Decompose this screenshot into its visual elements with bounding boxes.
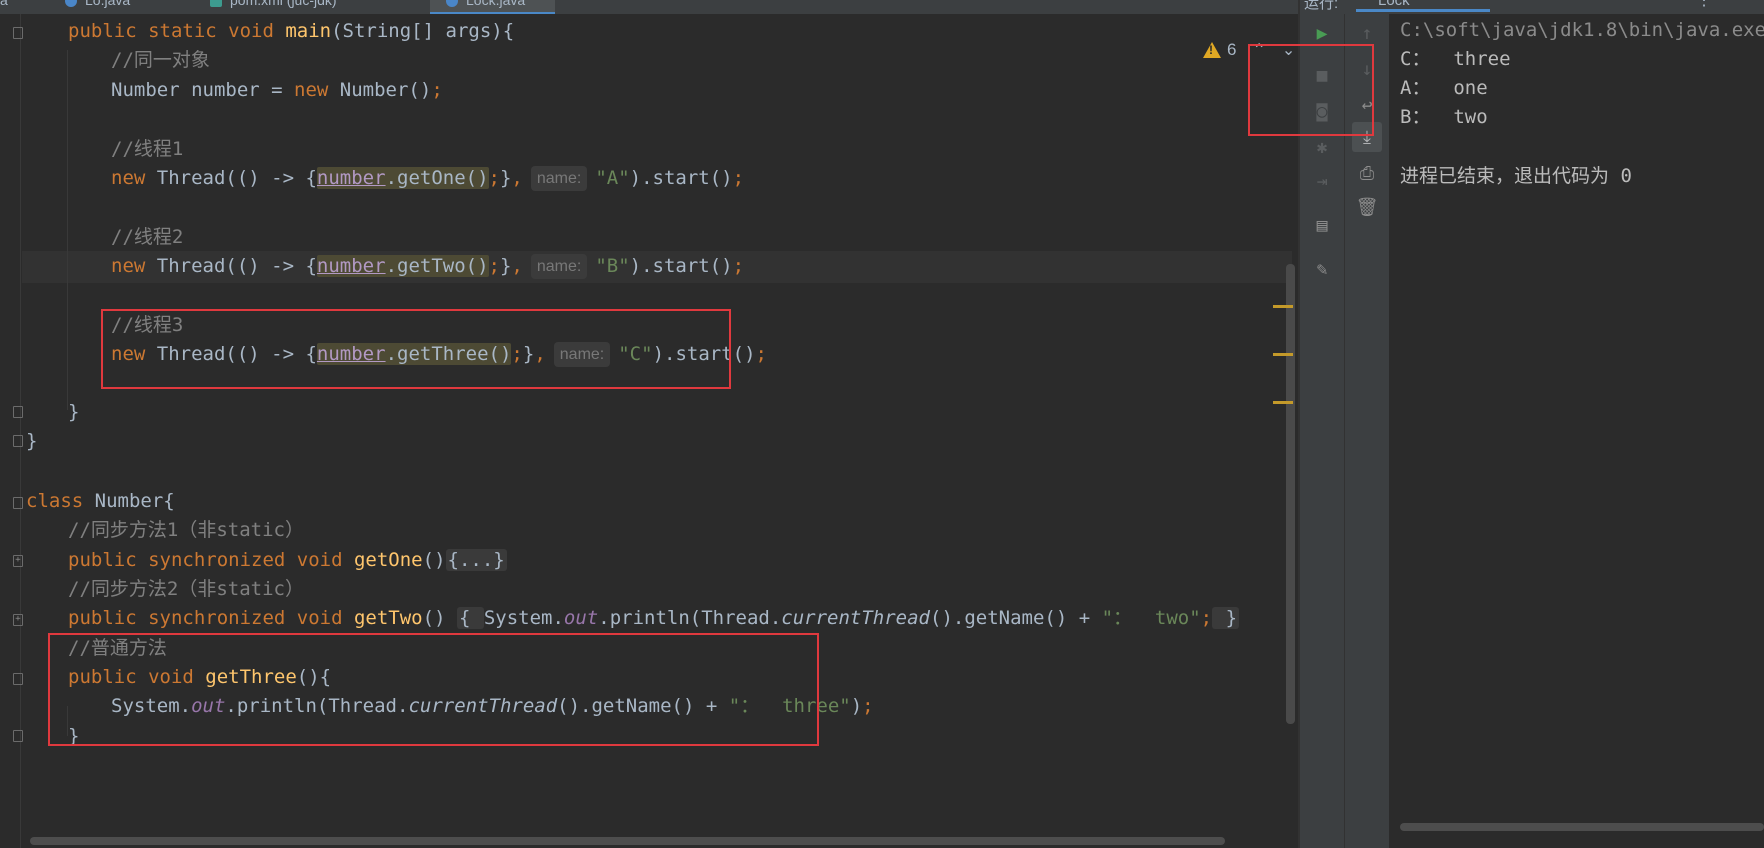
fold-marker[interactable] [13,730,23,742]
code-line-number-decl: Number number = new Number(); [111,79,443,101]
code-line-close-brace: } [26,430,38,452]
maven-icon [210,0,222,8]
chevron-up-icon[interactable]: ⌃ [1252,40,1265,60]
fold-marker[interactable] [13,673,23,685]
parameter-hint: name: [553,342,611,367]
play-icon[interactable]: ▶ [1307,18,1337,48]
run-toolbar-right: ↑ ↓ ↩ ⤓ ⎙ 🗑 [1345,14,1389,848]
fold-marker[interactable] [13,435,23,447]
warning-stripe-marker[interactable] [1273,305,1293,308]
scroll-to-end-icon[interactable]: ⤓ [1352,122,1382,152]
run-tool-header: 运行: Lock ⋮ [1300,0,1764,14]
indent-guide [67,50,68,410]
warning-stripe-marker[interactable] [1273,353,1293,356]
inspection-widget[interactable]: ! 6 ⌃ ⌄ [1203,38,1295,62]
pin-icon[interactable]: ✎ [1307,254,1337,284]
fold-marker[interactable] [13,497,23,509]
editor-tab-bar: a Lo.java pom.xml (juc-jdk) Lock.java [0,0,1310,15]
folded-code-block[interactable]: {...} [445,549,507,571]
soft-wrap-icon[interactable]: ↩ [1352,90,1382,120]
editor-tab-lock-active[interactable]: Lock.java [430,0,556,14]
tab-label: a [0,0,8,8]
console-output-line: B： two [1400,106,1488,128]
java-class-icon [65,0,77,8]
editor-horizontal-scrollbar[interactable] [30,837,1225,845]
layout-icon[interactable]: ▤ [1307,210,1337,240]
trash-icon[interactable]: 🗑 [1352,192,1382,222]
parameter-hint: name: [530,166,588,191]
warning-count: 6 [1227,40,1237,59]
debug-icon[interactable]: ✱ [1307,132,1337,162]
run-toolbar-left: ▶ ■ ◙ ✱ ⇥ ▤ ✎ [1300,14,1345,848]
exit-icon[interactable]: ⇥ [1307,166,1337,196]
code-line-thread-a: new Thread(() -> {number.getOne();}, name… [111,166,745,191]
code-line-get-two: public synchronized void getTwo() { Syst… [68,607,1240,629]
run-console-output[interactable]: C:\soft\java\jdk1.8\bin\java.exe C： thre… [1390,14,1764,848]
code-editor[interactable]: + + ! 6 ⌃ ⌄ public static void main(Stri… [0,14,1298,848]
arrow-down-icon[interactable]: ↓ [1352,54,1382,84]
run-config-tab[interactable]: Lock [1356,0,1490,12]
tab-label: Lo.java [85,0,131,8]
tab-label: Lock.java [466,0,526,8]
camera-icon[interactable]: ◙ [1307,96,1337,126]
code-line-close-brace: } [68,725,80,747]
editor-tab-pom[interactable]: pom.xml (juc-jdk) [210,0,337,12]
java-class-icon [446,0,458,8]
code-line-comment: //同步方法1（非static） [68,519,304,541]
gutter-divider [20,14,21,848]
parameter-hint: name: [530,254,588,279]
warning-icon: ! [1203,42,1221,58]
code-line-comment: //同一对象 [111,49,210,71]
tab-label: pom.xml (juc-jdk) [230,0,337,8]
code-line-close-brace: } [68,401,80,423]
arrow-up-icon[interactable]: ↑ [1352,18,1382,48]
print-icon[interactable]: ⎙ [1352,158,1382,188]
console-horizontal-scrollbar[interactable] [1400,823,1764,831]
editor-tab-partial[interactable]: a [0,0,8,12]
fold-marker[interactable] [13,27,23,39]
fold-marker[interactable] [13,406,23,418]
chevron-down-icon[interactable]: ⌄ [1282,40,1295,60]
code-line-thread-b: new Thread(() -> {number.getTwo();}, name… [111,254,745,279]
fold-expand-marker[interactable]: + [13,614,23,626]
warning-stripe-marker[interactable] [1273,401,1293,404]
fold-expand-marker[interactable]: + [13,555,23,567]
more-options-icon[interactable]: ⋮ [1696,0,1712,9]
run-title: 运行: [1304,0,1339,12]
code-line-thread-c: new Thread(() -> {number.getThree();}, na… [111,342,767,367]
console-exit-message: 进程已结束，退出代码为 0 [1400,165,1632,187]
ide-window: a Lo.java pom.xml (juc-jdk) Lock.java + … [0,0,1764,848]
run-config-label: Lock [1378,0,1410,9]
editor-tab-lo[interactable]: Lo.java [65,0,130,12]
code-line-println-three: System.out.println(Thread.currentThread(… [111,695,874,717]
stop-icon[interactable]: ■ [1307,60,1337,90]
editor-vertical-scrollbar[interactable] [1286,264,1295,724]
